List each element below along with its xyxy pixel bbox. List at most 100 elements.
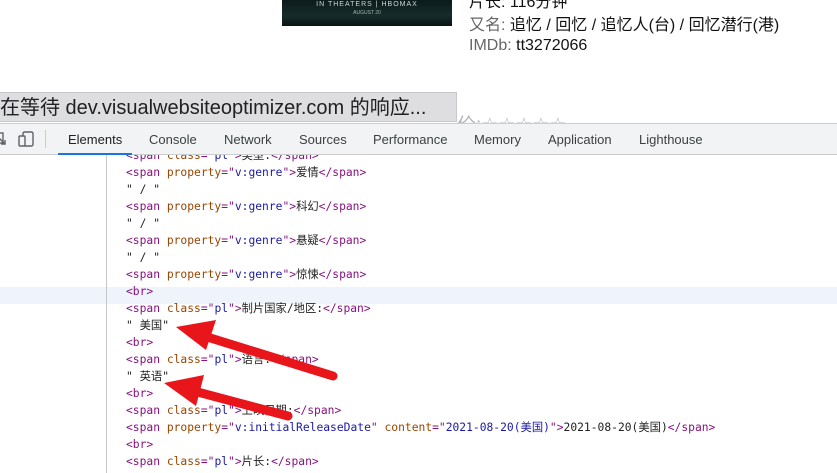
dom-token: "> (549, 421, 564, 434)
dom-token: v:initialReleaseDate (234, 421, 371, 434)
dom-node-row[interactable]: " / " (126, 249, 160, 266)
alias-value: 追忆 / 回忆 / 追忆人(台) / 回忆潜行(港) (509, 17, 780, 34)
dom-token: <span (126, 166, 167, 179)
dom-node-row[interactable]: <span property="v:genre">科幻</span> (126, 198, 366, 215)
web-page-area: IN THEATERS | HBOMAX AUGUST 20 片长: 116分钟… (0, 0, 837, 123)
dom-token: <br> (126, 285, 154, 298)
dom-token: <span (126, 268, 167, 281)
dom-token: </span> (293, 404, 342, 417)
elements-dom-tree[interactable]: <span class="pl">类型:</span> <span propert… (0, 155, 837, 473)
poster-date: AUGUST 20 (353, 10, 381, 16)
dom-token: </span> (271, 455, 319, 468)
loading-status-tooltip: 在等待 dev.visualwebsiteoptimizer.com 的响应..… (0, 92, 457, 122)
dom-token: v:genre (234, 268, 283, 281)
dom-token: </span> (323, 302, 371, 315)
tab-console[interactable]: Console (149, 124, 197, 154)
dom-token: class (166, 455, 201, 468)
dom-token: " 英语" (126, 370, 169, 383)
dom-token: 2021-08-20(美国) (563, 421, 668, 434)
dom-node-row[interactable]: <br> (126, 283, 153, 300)
dom-token: property (166, 268, 222, 281)
dom-node-row[interactable]: <span class="pl">片长:</span> (126, 453, 319, 470)
dom-token: =" (200, 155, 215, 162)
dom-token: </span> (271, 155, 319, 162)
dom-node-row[interactable]: " / " (126, 181, 160, 198)
dom-token: " / " (126, 217, 161, 230)
dom-token: </span> (318, 268, 367, 281)
dom-node-row[interactable]: <span property="v:genre">爱情</span> (126, 164, 366, 181)
dom-node-row[interactable]: <br> (126, 436, 153, 453)
dom-node-row[interactable]: <span class="pl">制片国家/地区:</span> (126, 300, 371, 317)
dom-token: <br> (126, 336, 154, 349)
dom-token: pl (214, 455, 229, 468)
dom-token: =" (221, 200, 235, 213)
dom-token: 2021-08-20(美国) (445, 421, 550, 434)
tab-elements[interactable]: Elements (57, 124, 133, 155)
movie-poster[interactable]: IN THEATERS | HBOMAX AUGUST 20 (282, 0, 452, 26)
dom-node-row[interactable]: " 美国" (126, 317, 169, 334)
indent-guide (106, 155, 107, 473)
dom-token: <span (126, 155, 167, 162)
runtime-text: 片长: 116分钟 (469, 0, 568, 11)
dom-token: pl (214, 353, 229, 366)
poster-text: IN THEATERS | HBOMAX (316, 1, 418, 8)
dom-node-row[interactable]: <span class="pl">语言:</span> (126, 351, 319, 368)
tab-performance[interactable]: Performance (373, 124, 447, 154)
dom-node-row[interactable]: " / " (126, 215, 160, 232)
dom-token: " / " (126, 251, 161, 264)
dom-token: 语言: (241, 353, 272, 366)
dom-token: <span (126, 353, 167, 366)
dom-node-row[interactable]: <br> (126, 334, 153, 351)
dom-token: 类型: (241, 155, 272, 162)
tab-lighthouse[interactable]: Lighthouse (639, 124, 703, 154)
dom-node-row[interactable]: <span property="v:initialReleaseDate" co… (126, 419, 715, 436)
dom-token: <span (126, 234, 167, 247)
dom-token: =" (221, 421, 235, 434)
dom-token: <span (126, 455, 167, 468)
dom-token: =" (200, 404, 215, 417)
devtools-tabbar: Elements Console Network Sources Perform… (0, 124, 837, 155)
loading-status-text: 在等待 dev.visualwebsiteoptimizer.com 的响应..… (0, 97, 427, 119)
dom-token: 制片国家/地区: (241, 302, 324, 315)
dom-token: pl (214, 155, 229, 162)
dom-token: "> (282, 234, 297, 247)
dom-token: <span (126, 200, 167, 213)
toolbar-separator (45, 130, 46, 148)
dom-token: 上映日期: (241, 404, 294, 417)
dom-token: class (166, 155, 201, 162)
dom-token: </span> (271, 353, 319, 366)
device-toolbar-icon[interactable] (18, 131, 34, 147)
dom-token: <br> (126, 387, 154, 400)
dom-token: <span (126, 302, 167, 315)
dom-node-row[interactable]: <br> (126, 385, 153, 402)
dom-node-row[interactable]: <span property="v:genre">悬疑</span> (126, 232, 366, 249)
dom-token: <span (126, 421, 167, 434)
dom-node-row[interactable]: <span property="v:genre">惊悚</span> (126, 266, 366, 283)
dom-node-row[interactable]: <span class="pl">上映日期:</span> (126, 402, 341, 419)
dom-token: 科幻 (296, 200, 319, 213)
rating-stars[interactable]: ☆☆☆☆☆ (481, 115, 566, 123)
dom-token: class (166, 404, 201, 417)
tab-sources[interactable]: Sources (299, 124, 347, 154)
dom-node-row[interactable]: <span class="pl">类型:</span> (126, 155, 319, 164)
dom-token: property (166, 421, 222, 434)
dom-token: </span> (667, 421, 716, 434)
dom-token: pl (214, 404, 229, 417)
dom-token: <br> (126, 438, 154, 451)
imdb-link[interactable]: tt3272066 (516, 37, 587, 54)
tab-application[interactable]: Application (548, 124, 612, 154)
dom-token: " (370, 421, 385, 434)
dom-token: "> (282, 166, 297, 179)
dom-token: v:genre (234, 234, 283, 247)
tab-network[interactable]: Network (224, 124, 272, 154)
dom-node-row[interactable]: " 英语" (126, 368, 169, 385)
dom-token: 爱情 (296, 166, 319, 179)
alias-label: 又名: (469, 17, 506, 34)
rating-row: 价:☆☆☆☆☆ (457, 110, 566, 123)
dom-token: "> (228, 455, 242, 468)
inspect-element-icon[interactable] (0, 131, 6, 147)
dom-token: "> (228, 404, 242, 417)
dom-token: </span> (318, 234, 367, 247)
tab-memory[interactable]: Memory (474, 124, 521, 154)
dom-token: content (384, 421, 433, 434)
